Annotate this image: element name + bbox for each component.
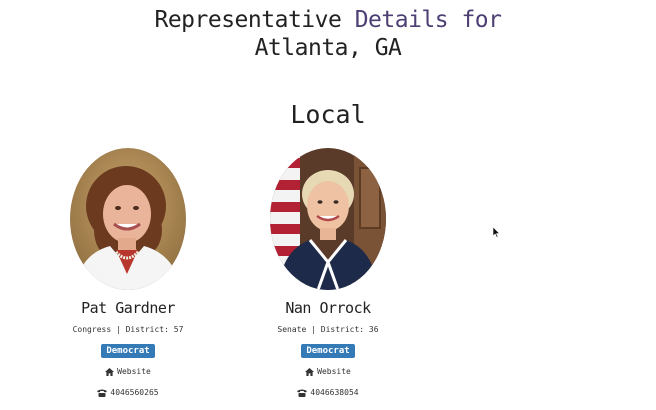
representative-office: Congress | District: 57 xyxy=(72,325,184,334)
mouse-pointer-icon xyxy=(493,227,501,238)
representative-name: Nan Orrock xyxy=(285,299,371,317)
phone-link[interactable]: 4046560265 xyxy=(28,387,228,399)
section-heading-local: Local xyxy=(290,100,366,129)
phone-link[interactable]: 4046638054 xyxy=(228,387,428,399)
title-prefix: Representative xyxy=(154,7,355,33)
title-location: Atlanta, GA xyxy=(254,35,402,61)
party-badge: Democrat xyxy=(301,344,355,358)
website-label[interactable]: Website xyxy=(117,366,151,378)
website-link[interactable]: Website xyxy=(228,366,428,378)
representative-card: Pat Gardner Congress | District: 57 Demo… xyxy=(28,148,228,399)
home-icon xyxy=(105,368,115,376)
representative-office: Senate | District: 36 xyxy=(277,325,379,334)
page-title: Representative Details for Atlanta, GA xyxy=(0,6,656,62)
website-link[interactable]: Website xyxy=(28,366,228,378)
representative-name: Pat Gardner xyxy=(81,299,175,317)
portrait-image xyxy=(70,148,186,290)
representative-card: Nan Orrock Senate | District: 36 Democra… xyxy=(228,148,428,399)
portrait-image xyxy=(270,148,386,290)
representative-photo xyxy=(70,148,186,290)
title-line-1: Representative Details for xyxy=(0,6,656,34)
party-badge: Democrat xyxy=(101,344,155,358)
phone-icon xyxy=(297,389,308,397)
phone-icon xyxy=(97,389,108,397)
title-accent: Details for xyxy=(354,7,502,33)
phone-number[interactable]: 4046560265 xyxy=(110,387,158,399)
phone-number[interactable]: 4046638054 xyxy=(310,387,358,399)
website-label[interactable]: Website xyxy=(317,366,351,378)
representative-photo xyxy=(270,148,386,290)
home-icon xyxy=(305,368,315,376)
